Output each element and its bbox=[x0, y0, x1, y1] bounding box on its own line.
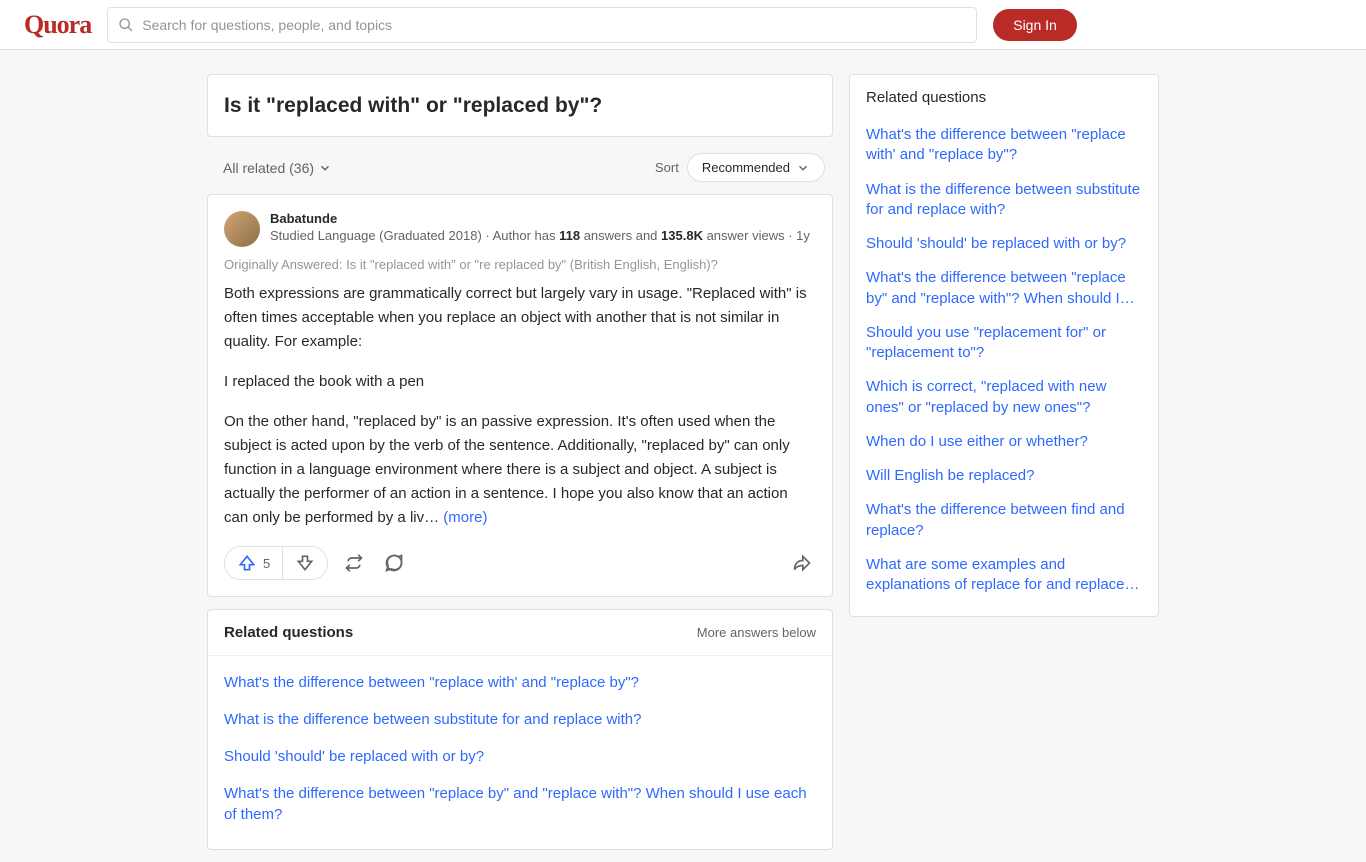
sidebar-link[interactable]: What's the difference between find and r… bbox=[866, 493, 1142, 548]
sidebar-link[interactable]: What is the difference between substitut… bbox=[866, 173, 1142, 228]
sidebar-link[interactable]: When do I use either or whether? bbox=[866, 425, 1142, 459]
more-link[interactable]: (more) bbox=[443, 509, 487, 526]
all-related-filter[interactable]: All related (36) bbox=[215, 156, 340, 180]
related-questions-inline: Related questions More answers below Wha… bbox=[207, 609, 833, 850]
header: Quora Sign In bbox=[0, 0, 1366, 50]
downvote-button[interactable] bbox=[283, 547, 327, 579]
question-title: Is it "replaced with" or "replaced by"? bbox=[224, 91, 816, 120]
upvote-button[interactable]: 5 bbox=[225, 547, 283, 579]
related-list-inline: What's the difference between "replace w… bbox=[208, 656, 832, 849]
filter-bar: All related (36) Sort Recommended bbox=[207, 149, 833, 186]
more-answers-below[interactable]: More answers below bbox=[697, 625, 816, 640]
share-button[interactable] bbox=[788, 549, 816, 577]
originally-answered: Originally Answered: Is it "replaced wit… bbox=[224, 257, 816, 272]
chevron-down-icon bbox=[318, 161, 332, 175]
sidebar-link[interactable]: Will English be replaced? bbox=[866, 459, 1142, 493]
related-link[interactable]: What's the difference between "replace b… bbox=[224, 775, 816, 833]
sidebar-link[interactable]: What's the difference between "replace b… bbox=[866, 261, 1142, 316]
sidebar-link[interactable]: What's the difference between "replace w… bbox=[866, 118, 1142, 173]
sort-button[interactable]: Recommended bbox=[687, 153, 825, 182]
avatar[interactable] bbox=[224, 211, 260, 247]
signin-button[interactable]: Sign In bbox=[993, 9, 1077, 41]
comment-button[interactable] bbox=[380, 549, 408, 577]
related-link[interactable]: What's the difference between "replace w… bbox=[224, 664, 816, 701]
answer-card: Babatunde Studied Language (Graduated 20… bbox=[207, 194, 833, 597]
answer-body: Both expressions are grammatically corre… bbox=[224, 282, 816, 530]
logo[interactable]: Quora bbox=[24, 10, 91, 40]
sort-label: Sort bbox=[655, 160, 679, 175]
related-link[interactable]: What is the difference between substitut… bbox=[224, 701, 816, 738]
sidebar-link[interactable]: What are some examples and explanations … bbox=[866, 548, 1142, 603]
search-box[interactable] bbox=[107, 7, 977, 43]
downvote-icon bbox=[295, 553, 315, 573]
upvote-count: 5 bbox=[263, 556, 270, 571]
sidebar-title: Related questions bbox=[866, 89, 1142, 106]
search-icon bbox=[118, 17, 134, 33]
upvote-icon bbox=[237, 553, 257, 573]
author-name[interactable]: Babatunde bbox=[270, 211, 810, 226]
vote-group: 5 bbox=[224, 546, 328, 580]
action-bar: 5 bbox=[224, 546, 816, 580]
author-credentials: Studied Language (Graduated 2018) · Auth… bbox=[270, 226, 810, 246]
sidebar-link[interactable]: Should 'should' be replaced with or by? bbox=[866, 227, 1142, 261]
question-card: Is it "replaced with" or "replaced by"? bbox=[207, 74, 833, 137]
search-input[interactable] bbox=[142, 17, 966, 33]
filter-label: All related (36) bbox=[223, 160, 314, 176]
chevron-down-icon bbox=[796, 161, 810, 175]
sort-value: Recommended bbox=[702, 160, 790, 175]
sidebar-related: Related questions What's the difference … bbox=[849, 74, 1159, 617]
reshare-button[interactable] bbox=[340, 549, 368, 577]
sidebar-link[interactable]: Which is correct, "replaced with new one… bbox=[866, 370, 1142, 425]
sidebar-links: What's the difference between "replace w… bbox=[866, 118, 1142, 602]
sidebar-link[interactable]: Should you use "replacement for" or "rep… bbox=[866, 316, 1142, 371]
related-link[interactable]: Should 'should' be replaced with or by? bbox=[224, 738, 816, 775]
related-title: Related questions bbox=[224, 624, 353, 641]
